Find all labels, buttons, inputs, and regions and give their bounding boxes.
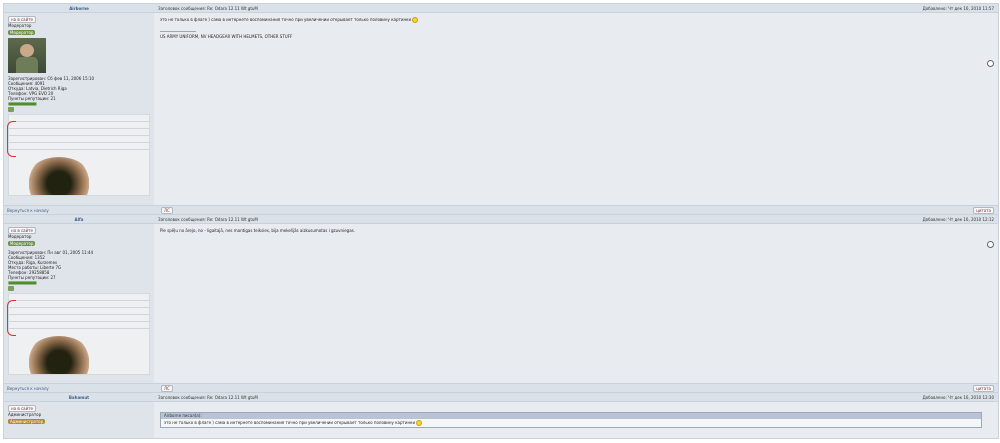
reputation-icon[interactable]: [8, 106, 14, 112]
online-status-icon: [987, 60, 994, 67]
post-date: Добавлено: Чт дек 16, 2010 12:30: [922, 394, 994, 400]
profile-button[interactable]: на в сайте: [8, 405, 37, 412]
avatar: [8, 38, 46, 73]
post-date: Добавлено: Чт дек 16, 2010 12:12: [922, 216, 994, 222]
pm-button[interactable]: ЛС: [161, 206, 173, 214]
author-sidebar: на в сайте Модератор Модератор Зарегистр…: [4, 224, 154, 383]
reputation-stars: ■■■■■■■■■■: [8, 101, 37, 106]
post-subject: Заголовок сообщения: Re: Odara 12.11 Wt …: [158, 394, 258, 400]
quote-text: это не только в флаге ) сама в интернете…: [164, 420, 416, 425]
posts-table: Airborne Заголовок сообщения: Re: Odara …: [3, 3, 999, 439]
rank-badge: Администратор: [8, 419, 46, 424]
smiley-icon: [412, 17, 419, 23]
post-author[interactable]: Bahamut: [4, 395, 154, 400]
signature-divider: [160, 31, 196, 32]
post-footer: Вернуться к началу ЛС цитата: [4, 205, 998, 214]
post-footer: Вернуться к началу ЛС цитата: [4, 383, 998, 392]
post-body: Airborne писал(а): это не только в флаге…: [154, 402, 998, 438]
back-to-top-link[interactable]: Вернуться к началу: [4, 208, 157, 213]
back-to-top-link[interactable]: Вернуться к началу: [4, 386, 157, 391]
quote-body: это не только в флаге ) сама в интернете…: [161, 419, 981, 427]
signature: US ARMY UNIFORM, NV HEADGEAR WITH HELMET…: [160, 34, 293, 39]
post: Alfa Заголовок сообщения: Re: Odara 12.1…: [4, 215, 998, 393]
post-subject: Заголовок сообщения: Re: Odara 12.11 Wt …: [158, 5, 258, 11]
image-thumbnail[interactable]: [7, 113, 150, 196]
reputation-icon[interactable]: [8, 285, 14, 291]
post-author[interactable]: Airborne: [4, 6, 154, 11]
reputation-stars: ■■■■■■■■■■: [8, 280, 37, 285]
post-author[interactable]: Alfa: [4, 217, 154, 222]
pm-button[interactable]: ЛС: [161, 384, 173, 392]
quote-block: Airborne писал(а): это не только в флаге…: [160, 412, 982, 428]
image-thumbnail[interactable]: [7, 292, 150, 375]
post: Bahamut Заголовок сообщения: Re: Odara 1…: [4, 393, 998, 438]
rank-badge: Модератор: [8, 241, 36, 246]
post-header: Alfa Заголовок сообщения: Re: Odara 12.1…: [4, 215, 998, 224]
post-subject: Заголовок сообщения: Re: Odara 12.11 Wt …: [158, 216, 258, 222]
profile-button[interactable]: на в сайте: [8, 227, 37, 234]
post-date: Добавлено: Чт дек 16, 2010 11:57: [922, 5, 994, 11]
post-body: это не только в флаге ) сама в интернете…: [154, 13, 998, 205]
online-status-icon: [987, 241, 994, 248]
post-text: Pie spēļu no ārejo, no - ligaitajā, nes …: [160, 228, 355, 233]
profile-button[interactable]: на в сайте: [8, 16, 37, 23]
post-text: это не только в флаге ) сама в интернете…: [160, 17, 412, 22]
post: Airborne Заголовок сообщения: Re: Odara …: [4, 4, 998, 215]
author-sidebar: на в сайте Модератор Модератор Зарегистр…: [4, 13, 154, 205]
post-body: Pie spēļu no ārejo, no - ligaitajā, nes …: [154, 224, 998, 383]
author-sidebar: на в сайте Администратор Администратор: [4, 402, 154, 438]
post-header: Bahamut Заголовок сообщения: Re: Odara 1…: [4, 393, 998, 402]
rank-badge: Модератор: [8, 30, 36, 35]
smiley-icon: [416, 420, 423, 426]
quote-button[interactable]: цитата: [973, 206, 994, 214]
post-header: Airborne Заголовок сообщения: Re: Odara …: [4, 4, 998, 13]
quote-button[interactable]: цитата: [973, 384, 994, 392]
